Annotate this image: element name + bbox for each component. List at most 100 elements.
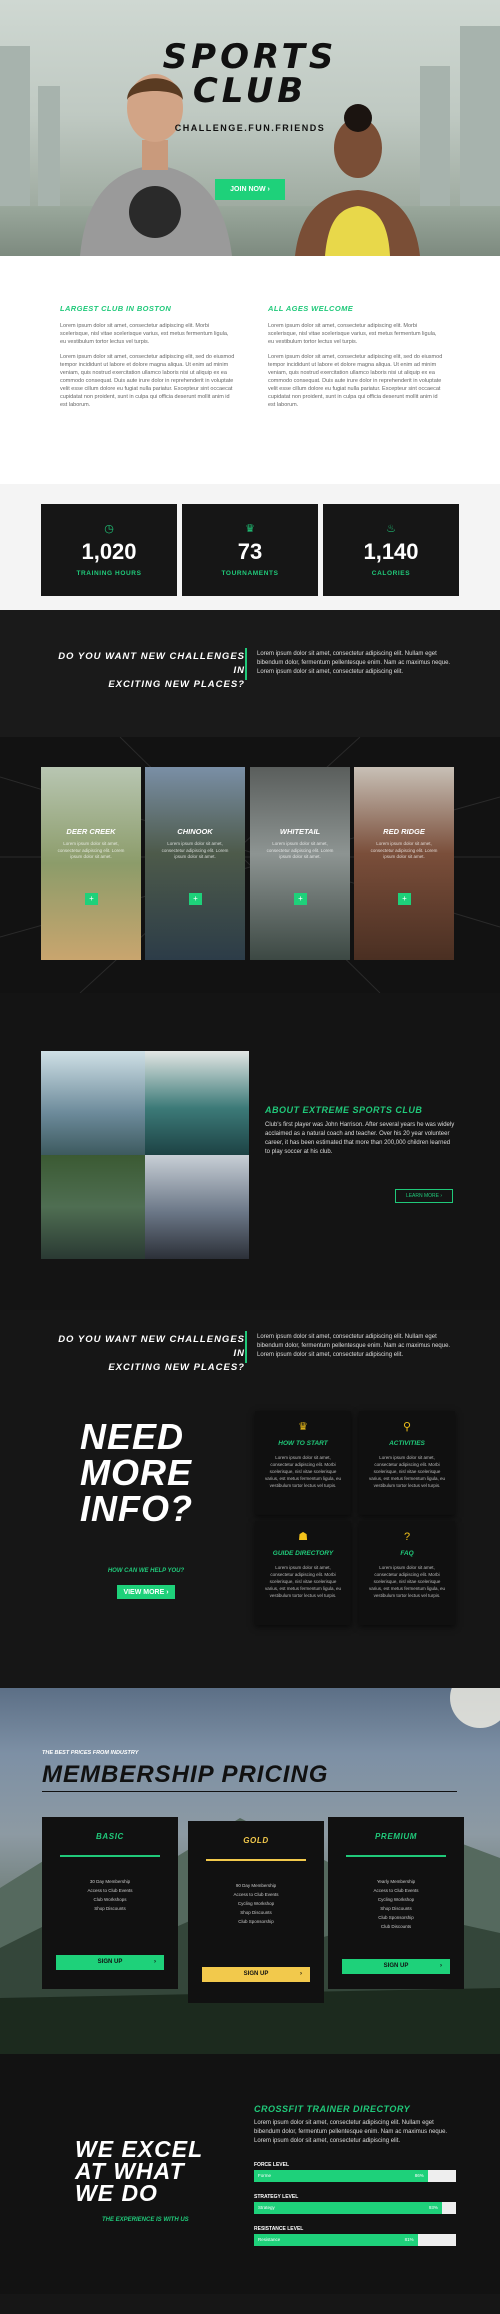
hero-subtitle: CHALLENGE.FUN.FRIENDS <box>174 123 326 133</box>
challenge-question-line1: DO YOU WANT NEW CHALLENGES IN <box>58 1334 245 1359</box>
card-text: Lorem ipsum dolor sit amet, consectetur … <box>57 841 125 859</box>
stat-calories: ♨ 1,140 CALORIES <box>323 504 459 596</box>
plan-premium: PREMIUM Yearly Membership Access to Club… <box>328 1817 464 1989</box>
skill-bar-percent: 86% <box>414 2173 424 2178</box>
plan-feature: 30 Day Membership <box>89 1879 131 1884</box>
challenge-text: Lorem ipsum dolor sit amet, consectetur … <box>257 651 451 675</box>
sign-up-label: SIGN UP <box>383 1963 409 1969</box>
sign-up-button[interactable]: SIGN UP › <box>202 1967 310 1982</box>
plan-features: 30 Day Membership Access to Club Events … <box>42 1877 178 1913</box>
info-box-title: HOW TO START <box>278 1440 328 1447</box>
plan-feature: Shop Discounts <box>240 1910 272 1915</box>
card-whitetail[interactable]: WHITETAIL Lorem ipsum dolor sit amet, co… <box>250 767 350 960</box>
question-icon: ? <box>403 1531 411 1543</box>
info-box-text: Lorem ipsum dolor sit amet, consectetur … <box>368 1565 446 1598</box>
chevron-right-icon: › <box>440 1963 442 1969</box>
skill-bar-fill: Strategy 93% <box>254 2202 442 2214</box>
chevron-right-icon: › <box>154 1959 156 1965</box>
learn-more-button[interactable]: LEARN MORE › <box>395 1189 453 1203</box>
skill-bar-strategy: Strategy 93% <box>254 2202 456 2214</box>
clock-icon: ◷ <box>104 523 114 535</box>
plan-features: Yearly Membership Access to Club Events … <box>328 1877 464 1931</box>
trophy-icon: ♛ <box>298 1421 308 1433</box>
plan-name: PREMIUM <box>375 1832 417 1841</box>
directory-heading: CROSSFIT TRAINER DIRECTORY <box>254 2104 411 2114</box>
plan-feature: 90 Day Membership <box>235 1883 277 1888</box>
stat-label: TOURNAMENTS <box>221 570 279 577</box>
challenge-question-line1: DO YOU WANT NEW CHALLENGES IN <box>58 651 245 676</box>
sign-up-button[interactable]: SIGN UP › <box>56 1955 164 1970</box>
skill-bar-inner-label: Forme <box>258 2173 272 2178</box>
join-now-button[interactable]: JOIN NOW › <box>215 179 285 200</box>
view-more-button[interactable]: VIEW MORE › <box>117 1585 175 1599</box>
person-icon: ☗ <box>298 1531 308 1543</box>
info-box-how-to-start[interactable]: ♛ HOW TO START Lorem ipsum dolor sit ame… <box>255 1411 351 1515</box>
plan-feature: Shop Discounts <box>380 1906 412 1911</box>
plus-icon[interactable]: + <box>85 893 98 905</box>
plus-icon[interactable]: + <box>294 893 307 905</box>
challenge-question-line2: EXCITING NEW PLACES? <box>108 1362 245 1373</box>
plan-feature: Shop Discounts <box>94 1906 126 1911</box>
need-info-section: NEED MORE INFO? HOW CAN WE HELP YOU? VIE… <box>0 1411 500 1688</box>
intro-section: LARGEST CLUB IN BOSTON Lorem ipsum dolor… <box>0 256 500 484</box>
info-box-faq[interactable]: ? FAQ Lorem ipsum dolor sit amet, consec… <box>359 1521 455 1625</box>
stat-label: TRAINING HOURS <box>76 570 142 577</box>
skill-label: FORCE LEVEL <box>254 2162 290 2168</box>
stat-value: 1,020 <box>81 539 137 564</box>
card-red-ridge[interactable]: RED RIDGE Lorem ipsum dolor sit amet, co… <box>354 767 454 960</box>
card-title: RED RIDGE <box>383 827 425 836</box>
skill-bar-fill: Forme 86% <box>254 2170 428 2182</box>
plan-feature: Club Sponsorship <box>238 1919 274 1924</box>
challenge-question-line2: EXCITING NEW PLACES? <box>108 679 245 690</box>
need-info-line3: INFO? <box>80 1488 193 1529</box>
plan-basic: BASIC 30 Day Membership Access to Club E… <box>42 1817 178 1989</box>
info-box-title: GUIDE DIRECTORY <box>272 1550 334 1557</box>
directory-text: Lorem ipsum dolor sit amet, consectetur … <box>254 2120 448 2144</box>
card-chinook[interactable]: CHINOOK Lorem ipsum dolor sit amet, cons… <box>145 767 245 960</box>
skill-bar-inner-label: Resistance <box>258 2237 281 2242</box>
kayaking-photo <box>145 1051 249 1155</box>
card-title: DEER CREEK <box>66 827 116 836</box>
plan-feature: Cycling Workshop <box>237 1901 275 1906</box>
cliff-diving-photo <box>41 1051 145 1155</box>
intro-paragraph: Lorem ipsum dolor sit amet, consectetur … <box>60 323 229 345</box>
challenge-divider <box>245 648 247 680</box>
sign-up-button[interactable]: SIGN UP › <box>342 1959 450 1974</box>
plan-feature: Club Workshops <box>93 1897 127 1902</box>
skill-bar-percent: 81% <box>404 2237 414 2242</box>
card-text: Lorem ipsum dolor sit amet, consectetur … <box>370 841 438 859</box>
plan-divider <box>60 1855 160 1857</box>
excel-line2: AT WHAT <box>75 2158 185 2184</box>
chevron-right-icon: › <box>300 1971 302 1977</box>
need-info-line1: NEED <box>80 1416 185 1457</box>
need-info-line2: MORE <box>80 1452 192 1493</box>
card-title: WHITETAIL <box>279 827 321 836</box>
hero-title-line1: SPORTS <box>162 37 338 77</box>
stat-value: 1,140 <box>363 539 419 564</box>
intro-heading: ALL AGES WELCOME <box>268 304 354 313</box>
hero-section: SPORTS CLUB CHALLENGE.FUN.FRIENDS JOIN N… <box>0 0 500 256</box>
challenge-section: DO YOU WANT NEW CHALLENGES IN EXCITING N… <box>0 610 500 737</box>
card-text: Lorem ipsum dolor sit amet, consectetur … <box>161 841 229 859</box>
pricing-section: THE BEST PRICES FROM INDUSTRY MEMBERSHIP… <box>0 1688 500 2054</box>
challenge-question: DO YOU WANT NEW CHALLENGES IN EXCITING N… <box>55 650 245 692</box>
info-box-text: Lorem ipsum dolor sit amet, consectetur … <box>264 1455 342 1488</box>
plan-name: GOLD <box>243 1836 269 1845</box>
info-box-guide-directory[interactable]: ☗ GUIDE DIRECTORY Lorem ipsum dolor sit … <box>255 1521 351 1625</box>
plus-icon[interactable]: + <box>398 893 411 905</box>
info-box-activities[interactable]: ⚲ ACTIVITIES Lorem ipsum dolor sit amet,… <box>359 1411 455 1515</box>
intro-paragraph: Lorem ipsum dolor sit amet, consectetur … <box>268 354 443 408</box>
info-box-text: Lorem ipsum dolor sit amet, consectetur … <box>368 1455 446 1488</box>
help-subtitle: HOW CAN WE HELP YOU? <box>107 1568 185 1574</box>
skill-bar-force: Forme 86% <box>254 2170 456 2182</box>
plus-icon[interactable]: + <box>189 893 202 905</box>
stat-tournaments: ♛ 73 TOURNAMENTS <box>182 504 318 596</box>
page: SPORTS CLUB CHALLENGE.FUN.FRIENDS JOIN N… <box>0 0 500 2314</box>
intro-paragraph: Lorem ipsum dolor sit amet, consectetur … <box>60 354 235 408</box>
challenge-text: Lorem ipsum dolor sit amet, consectetur … <box>257 1334 451 1358</box>
info-box-text: Lorem ipsum dolor sit amet, consectetur … <box>264 1565 342 1598</box>
plan-feature: Yearly Membership <box>376 1879 416 1884</box>
about-heading: ABOUT EXTREME SPORTS CLUB <box>265 1105 423 1115</box>
card-deer-creek[interactable]: DEER CREEK Lorem ipsum dolor sit amet, c… <box>41 767 141 960</box>
excel-section: WE EXCEL AT WHAT WE DO THE EXPERIENCE IS… <box>0 2054 500 2294</box>
